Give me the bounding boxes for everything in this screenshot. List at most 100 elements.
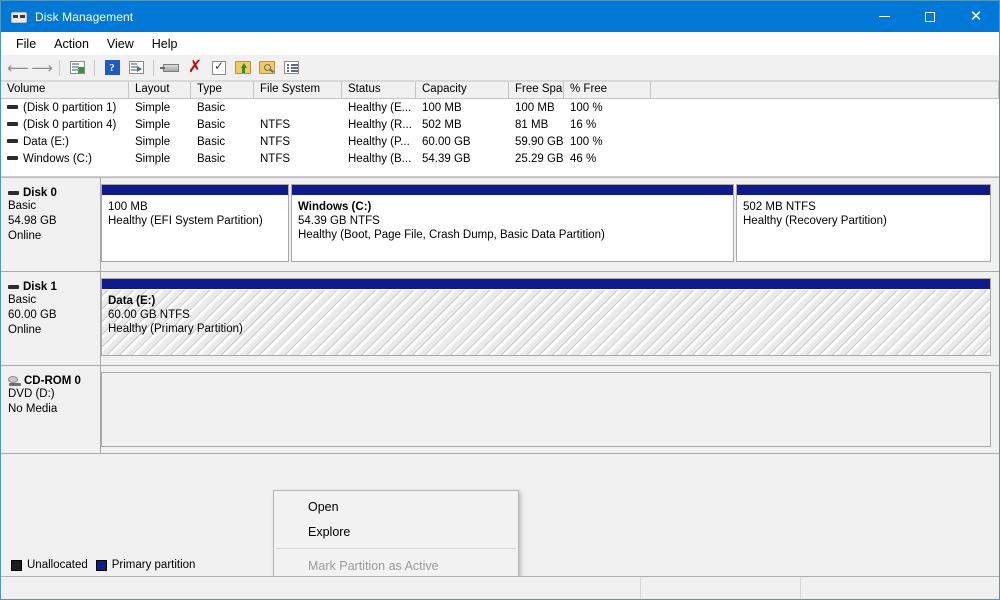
- cell-volume: Data (E:): [1, 136, 129, 148]
- context-menu: Open Explore Mark Partition as Active Ch…: [273, 490, 519, 576]
- forward-arrow-icon[interactable]: ⟶: [31, 57, 53, 79]
- table-row[interactable]: Windows (C:) Simple Basic NTFS Healthy (…: [1, 150, 999, 167]
- disk0-size: 54.98 GB: [8, 214, 100, 229]
- cdrom-state: No Media: [8, 402, 100, 417]
- maximize-button[interactable]: [907, 1, 953, 32]
- volume-table-header: Volume Layout Type File System Status Ca…: [1, 81, 999, 99]
- disk-management-icon: [11, 9, 27, 25]
- folder-up-icon[interactable]: [232, 57, 254, 79]
- volume-icon: [7, 105, 18, 109]
- cell-status: Healthy (P...: [342, 136, 416, 148]
- cell-free-space: 81 MB: [509, 119, 564, 131]
- partition-status: Healthy (Primary Partition): [108, 322, 990, 336]
- disk0-partitions: 100 MB Healthy (EFI System Partition) Wi…: [101, 178, 999, 271]
- cell-status: Healthy (R...: [342, 119, 416, 131]
- context-menu-item-open[interactable]: Open: [274, 494, 518, 519]
- cell-status: Healthy (B...: [342, 153, 416, 165]
- partition-size: 60.00 GB NTFS: [108, 308, 990, 322]
- close-button[interactable]: ✕: [953, 1, 999, 32]
- column-header-status[interactable]: Status: [342, 82, 416, 98]
- menu-item-help[interactable]: Help: [143, 34, 187, 54]
- partition-capbar: [737, 185, 990, 196]
- column-header-file-system[interactable]: File System: [254, 82, 342, 98]
- menu-item-action[interactable]: Action: [45, 34, 98, 54]
- status-bar-cell-tertiary: [801, 577, 999, 599]
- cdrom-empty-area: [101, 372, 991, 447]
- cell-file-system: NTFS: [254, 153, 342, 165]
- column-header-filler: [651, 82, 999, 98]
- status-bar-cell-main: [1, 577, 641, 599]
- cell-volume-label: Windows (C:): [23, 153, 92, 165]
- cell-capacity: 502 MB: [416, 119, 509, 131]
- disk1-title: Disk 1: [8, 281, 100, 293]
- disk1-type: Basic: [8, 293, 100, 308]
- disk-graphical-pane: Disk 0 Basic 54.98 GB Online 100 MB Heal…: [1, 177, 999, 576]
- partition-size: 54.39 GB NTFS: [298, 214, 733, 228]
- column-header-volume[interactable]: Volume: [1, 82, 129, 98]
- check-icon[interactable]: [208, 57, 230, 79]
- disk0-name: Disk 0: [23, 187, 57, 199]
- cell-volume: Windows (C:): [1, 153, 129, 165]
- cell-layout: Simple: [129, 119, 191, 131]
- table-row[interactable]: (Disk 0 partition 4) Simple Basic NTFS H…: [1, 116, 999, 133]
- list-view-icon[interactable]: [280, 57, 302, 79]
- menu-item-view[interactable]: View: [98, 34, 143, 54]
- cell-file-system: NTFS: [254, 119, 342, 131]
- legend-label-primary: Primary partition: [112, 559, 196, 571]
- cell-volume-label: Data (E:): [23, 136, 69, 148]
- partition-recovery[interactable]: 502 MB NTFS Healthy (Recovery Partition): [736, 184, 991, 262]
- cell-layout: Simple: [129, 102, 191, 114]
- back-arrow-icon[interactable]: ⟵: [7, 57, 29, 79]
- minimize-button[interactable]: [861, 1, 907, 32]
- column-header-capacity[interactable]: Capacity: [416, 82, 509, 98]
- column-header-layout[interactable]: Layout: [129, 82, 191, 98]
- folder-search-icon[interactable]: [256, 57, 278, 79]
- partition-data-e[interactable]: Data (E:) 60.00 GB NTFS Healthy (Primary…: [101, 278, 991, 356]
- disk-row-disk1[interactable]: Disk 1 Basic 60.00 GB Online Data (E:) 6…: [1, 272, 999, 366]
- cell-free-space: 100 MB: [509, 102, 564, 114]
- partition-capbar: [292, 185, 733, 196]
- table-row[interactable]: (Disk 0 partition 1) Simple Basic Health…: [1, 99, 999, 116]
- cell-capacity: 54.39 GB: [416, 153, 509, 165]
- disk1-info: Disk 1 Basic 60.00 GB Online: [1, 272, 101, 365]
- column-header-percent-free[interactable]: % Free: [564, 82, 651, 98]
- context-menu-item-explore[interactable]: Explore: [274, 519, 518, 544]
- table-row[interactable]: Data (E:) Simple Basic NTFS Healthy (P..…: [1, 133, 999, 150]
- disk0-type: Basic: [8, 199, 100, 214]
- drive-icon[interactable]: [160, 57, 182, 79]
- partition-capbar: [102, 279, 990, 290]
- disk-row-cdrom0[interactable]: CD-ROM 0 DVD (D:) No Media: [1, 366, 999, 454]
- volume-icon: [7, 139, 18, 143]
- volume-table-padding: [1, 167, 999, 176]
- show-hide-console-tree-icon[interactable]: [66, 57, 88, 79]
- partition-windows-c[interactable]: Windows (C:) 54.39 GB NTFS Healthy (Boot…: [291, 184, 734, 262]
- properties-icon[interactable]: [125, 57, 147, 79]
- primary-partition-swatch-icon: [96, 560, 107, 571]
- disk1-name: Disk 1: [23, 281, 57, 293]
- window-title: Disk Management: [35, 10, 133, 24]
- status-bar: [1, 576, 999, 599]
- disk0-title: Disk 0: [8, 187, 100, 199]
- column-header-free-space[interactable]: Free Spa...: [509, 82, 564, 98]
- help-icon[interactable]: ?: [101, 57, 123, 79]
- legend-item-unallocated: Unallocated: [11, 559, 88, 571]
- cell-volume-label: (Disk 0 partition 1): [23, 102, 116, 114]
- cell-type: Basic: [191, 153, 254, 165]
- disk1-size: 60.00 GB: [8, 308, 100, 323]
- column-header-type[interactable]: Type: [191, 82, 254, 98]
- cell-percent-free: 16 %: [564, 119, 651, 131]
- disk-row-disk0[interactable]: Disk 0 Basic 54.98 GB Online 100 MB Heal…: [1, 178, 999, 272]
- menu-item-file[interactable]: File: [7, 34, 45, 54]
- cell-layout: Simple: [129, 153, 191, 165]
- disk0-info: Disk 0 Basic 54.98 GB Online: [1, 178, 101, 271]
- volume-table-body: (Disk 0 partition 1) Simple Basic Health…: [1, 99, 999, 177]
- partition-efi[interactable]: 100 MB Healthy (EFI System Partition): [101, 184, 289, 262]
- delete-icon[interactable]: ✗: [184, 57, 206, 79]
- partition-body: 100 MB Healthy (EFI System Partition): [102, 196, 288, 261]
- cell-percent-free: 46 %: [564, 153, 651, 165]
- cell-capacity: 100 MB: [416, 102, 509, 114]
- partition-status: Healthy (Boot, Page File, Crash Dump, Ba…: [298, 228, 733, 242]
- toolbar: ⟵ ⟶ ? ✗: [1, 55, 999, 81]
- toolbar-separator: [59, 60, 60, 76]
- cell-type: Basic: [191, 136, 254, 148]
